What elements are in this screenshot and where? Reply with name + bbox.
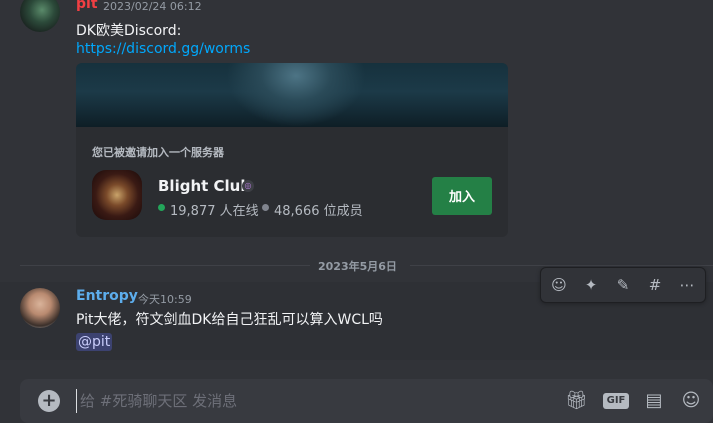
sticker-icon[interactable]: ▤: [643, 389, 665, 413]
online-dot-icon: [158, 204, 165, 211]
message-text: DK欧美Discord:: [76, 23, 182, 39]
message-timestamp: 今天10:59: [138, 293, 192, 306]
message-toolbar: ☺ ✦ ✎ # ⋯: [540, 267, 706, 303]
message-timestamp: 2023/02/24 06:12: [103, 0, 202, 13]
invite-card: 您已被邀请加入一个服务器 Blight Club ◎ 19,877 人在线 48…: [76, 63, 508, 237]
online-count: 19,877 人在线: [170, 204, 259, 219]
message-text: Pit大佬，符文剑血DK给自己狂乱可以算入WCL吗: [76, 312, 383, 328]
gif-button[interactable]: GIF: [603, 393, 629, 409]
divider-line: [410, 265, 713, 266]
invite-link[interactable]: https://discord.gg/worms: [76, 41, 250, 57]
emoji-icon[interactable]: ☺: [680, 389, 702, 413]
community-badge-icon: ◎: [242, 180, 254, 192]
message-author[interactable]: pit: [76, 0, 98, 12]
invite-heading: 您已被邀请加入一个服务器: [92, 146, 224, 159]
join-button[interactable]: 加入: [432, 177, 492, 215]
invite-banner-art: [226, 63, 366, 127]
add-attachment-icon[interactable]: +: [38, 390, 60, 412]
divider-line: [20, 265, 310, 266]
avatar-entropy[interactable]: [20, 288, 60, 328]
super-reaction-icon[interactable]: ✦: [579, 273, 603, 297]
add-reaction-icon[interactable]: ☺: [547, 273, 571, 297]
date-divider: 2023年5月6日: [318, 260, 397, 273]
member-count: 48,666 位成员: [274, 204, 363, 219]
more-options-icon[interactable]: ⋯: [675, 273, 699, 297]
gift-icon[interactable]: 🎁︎: [565, 389, 588, 413]
message-input[interactable]: [76, 389, 542, 413]
server-name: Blight Club: [158, 177, 252, 195]
create-thread-icon[interactable]: #: [643, 273, 667, 297]
member-dot-icon: [262, 204, 269, 211]
avatar-pit[interactable]: [20, 0, 60, 32]
server-icon: [92, 170, 142, 220]
message-author[interactable]: Entropy: [76, 288, 138, 304]
user-mention[interactable]: @pit: [76, 333, 113, 351]
edit-icon[interactable]: ✎: [611, 273, 635, 297]
